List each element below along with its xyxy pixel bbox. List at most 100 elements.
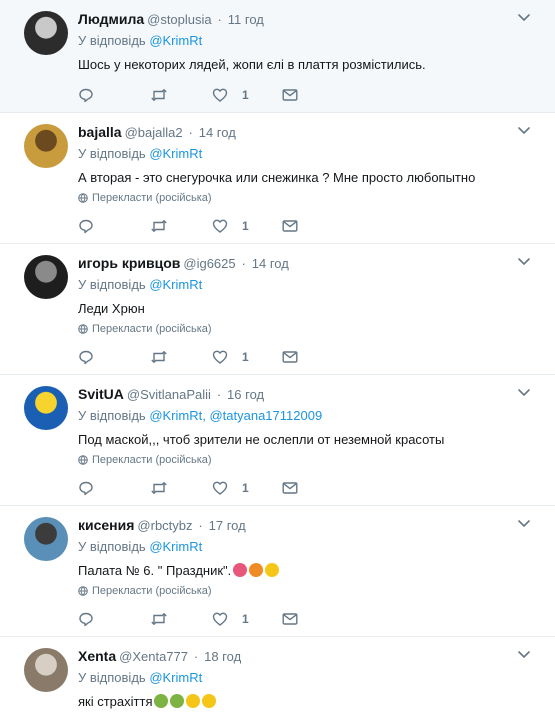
retweet-button[interactable]	[150, 480, 212, 496]
avatar[interactable]	[24, 124, 68, 168]
tweet-text: Леди Хрюн	[78, 300, 543, 318]
reply-button[interactable]	[78, 480, 150, 496]
reply-mentions: @KrimRt	[149, 146, 202, 161]
tweet-actions: 1	[78, 78, 543, 112]
globe-icon	[78, 586, 88, 596]
timestamp[interactable]: 14 год	[252, 256, 289, 271]
emoji-icon	[233, 563, 248, 577]
tweet-text-content: Леди Хрюн	[78, 301, 145, 316]
reply-button[interactable]	[78, 611, 150, 627]
retweet-button[interactable]	[150, 611, 212, 627]
tweet-text-content: Шось у некоторих лядей, жопи єлі в платт…	[78, 57, 426, 72]
like-count: 1	[242, 350, 249, 364]
user-handle[interactable]: @ig6625	[183, 256, 235, 271]
user-handle[interactable]: @stoplusia	[147, 12, 212, 27]
like-button[interactable]: 1	[212, 218, 282, 234]
timestamp[interactable]: 14 год	[199, 125, 236, 140]
message-button[interactable]	[282, 612, 298, 626]
tweet-header: SvitUA @SvitlanaPalii · 16 год	[78, 385, 543, 403]
translate-link[interactable]: Перекласти (російська)	[78, 191, 543, 205]
globe-icon	[78, 193, 88, 203]
reply-mentions: @KrimRt	[149, 33, 202, 48]
mention-link[interactable]: @KrimRt	[149, 33, 202, 48]
avatar[interactable]	[24, 648, 68, 692]
reply-label: У відповідь	[78, 146, 146, 161]
user-name[interactable]: bajalla	[78, 124, 122, 140]
emoji-icon	[154, 694, 169, 708]
like-button[interactable]: 1	[212, 480, 282, 496]
separator-dot: ·	[216, 387, 222, 402]
translate-label[interactable]: Перекласти (російська)	[92, 453, 212, 467]
tweet[interactable]: игорь кривцов @ig6625 · 14 год У відповід…	[0, 244, 555, 375]
retweet-button[interactable]	[150, 218, 212, 234]
message-button[interactable]	[282, 219, 298, 233]
mention-link[interactable]: @tatyana17112009	[209, 408, 322, 423]
translate-link[interactable]: Перекласти (російська)	[78, 453, 543, 467]
timestamp[interactable]: 17 год	[209, 518, 246, 533]
user-name[interactable]: кисения	[78, 517, 134, 533]
translate-link[interactable]: Перекласти (російська)	[78, 584, 543, 598]
avatar[interactable]	[24, 255, 68, 299]
separator-dot: ·	[188, 125, 193, 140]
message-button[interactable]	[282, 88, 298, 102]
timestamp[interactable]: 11 год	[228, 12, 264, 27]
reply-button[interactable]	[78, 87, 150, 103]
user-handle[interactable]: @Xenta777	[119, 649, 188, 664]
user-handle[interactable]: @bajalla2	[125, 125, 183, 140]
avatar[interactable]	[24, 11, 68, 55]
user-name[interactable]: Людмила	[78, 11, 144, 27]
user-name[interactable]: Xenta	[78, 648, 116, 664]
tweet-actions: 1	[78, 715, 543, 725]
translate-label[interactable]: Перекласти (російська)	[92, 584, 212, 598]
like-button[interactable]: 1	[212, 349, 282, 365]
user-handle[interactable]: @SvitlanaPalii	[127, 387, 211, 402]
retweet-button[interactable]	[150, 349, 212, 365]
tweet-text: Под маской,,, чтоб зрители не ослепли от…	[78, 431, 543, 449]
avatar[interactable]	[24, 386, 68, 430]
reply-icon	[79, 481, 93, 496]
chevron-down-icon[interactable]	[517, 123, 531, 137]
emoji-icon	[249, 563, 264, 577]
tweet[interactable]: Xenta @Xenta777 · 18 год У відповідь @Kri…	[0, 637, 555, 725]
user-name[interactable]: игорь кривцов	[78, 255, 180, 271]
retweet-button[interactable]	[150, 87, 212, 103]
translate-link[interactable]: Перекласти (російська)	[78, 322, 543, 336]
emoji-icon	[202, 694, 217, 708]
chevron-down-icon[interactable]	[517, 10, 531, 24]
reply-mentions: @KrimRt	[149, 670, 202, 685]
tweet[interactable]: кисения @rbctybz · 17 год У відповідь @Kr…	[0, 506, 555, 637]
reply-context: У відповідь @KrimRt	[78, 669, 543, 687]
retweet-icon	[151, 482, 167, 494]
mention-link[interactable]: @KrimRt	[149, 539, 202, 554]
chevron-down-icon[interactable]	[517, 516, 531, 530]
reply-button[interactable]	[78, 349, 150, 365]
mention-link[interactable]: @KrimRt	[149, 670, 202, 685]
user-name[interactable]: SvitUA	[78, 386, 124, 402]
avatar[interactable]	[24, 517, 68, 561]
chevron-down-icon[interactable]	[517, 254, 531, 268]
translate-label[interactable]: Перекласти (російська)	[92, 322, 212, 336]
user-handle[interactable]: @rbctybz	[137, 518, 192, 533]
mention-link[interactable]: @KrimRt	[149, 277, 202, 292]
tweet[interactable]: Людмила @stoplusia · 11 год У відповідь @…	[0, 0, 555, 113]
heart-icon	[212, 219, 228, 233]
reply-icon	[79, 88, 93, 103]
tweet-header: кисения @rbctybz · 17 год	[78, 516, 543, 534]
mention-link[interactable]: @KrimRt	[149, 146, 202, 161]
tweet[interactable]: SvitUA @SvitlanaPalii · 16 год У відповід…	[0, 375, 555, 506]
tweet[interactable]: bajalla @bajalla2 · 14 год У відповідь @K…	[0, 113, 555, 244]
chevron-down-icon[interactable]	[517, 385, 531, 399]
timestamp[interactable]: 16 год	[227, 387, 264, 402]
tweet-text-content: які страхіття	[78, 694, 153, 709]
reply-context: У відповідь @KrimRt	[78, 32, 543, 50]
like-button[interactable]: 1	[212, 611, 282, 627]
timestamp[interactable]: 18 год	[204, 649, 241, 664]
message-button[interactable]	[282, 481, 298, 495]
chevron-down-icon[interactable]	[517, 647, 531, 661]
message-button[interactable]	[282, 350, 298, 364]
like-button[interactable]: 1	[212, 87, 282, 103]
reply-button[interactable]	[78, 218, 150, 234]
translate-label[interactable]: Перекласти (російська)	[92, 191, 212, 205]
mention-link[interactable]: @KrimRt	[149, 408, 202, 423]
envelope-icon	[282, 482, 298, 494]
